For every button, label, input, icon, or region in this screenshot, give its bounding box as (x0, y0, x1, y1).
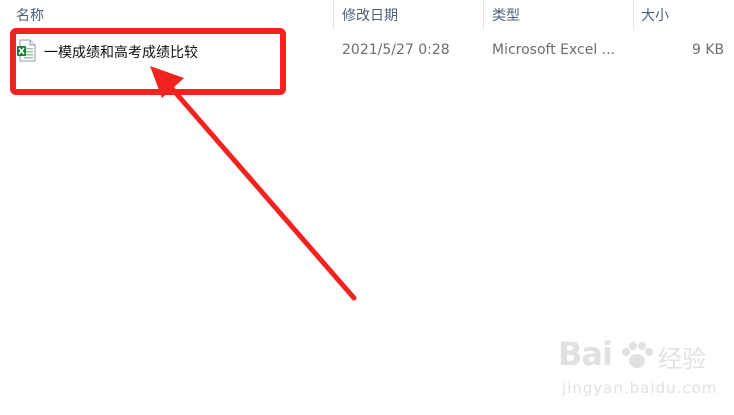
column-divider[interactable] (333, 0, 334, 30)
file-type: Microsoft Excel ... (492, 42, 616, 58)
column-header-name[interactable]: 名称 (16, 5, 44, 25)
watermark-brand: Bai (558, 335, 613, 373)
excel-file-icon (16, 39, 38, 63)
column-header-type[interactable]: 类型 (492, 5, 520, 25)
column-divider[interactable] (483, 0, 484, 30)
column-header-size[interactable]: 大小 (641, 5, 669, 25)
file-modified-date: 2021/5/27 0:28 (342, 42, 450, 58)
column-divider[interactable] (633, 0, 634, 30)
watermark-brand2: 经验 (658, 345, 706, 373)
column-header-row: ^ 名称 修改日期 类型 大小 (0, 0, 734, 30)
paw-icon (620, 341, 654, 375)
file-name[interactable]: 一模成绩和高考成绩比较 (44, 42, 198, 62)
watermark-url: jingyan.baidu.com (562, 379, 718, 397)
file-size: 9 KB (692, 42, 725, 58)
column-header-modified[interactable]: 修改日期 (342, 5, 398, 25)
sort-caret-icon: ^ (168, 0, 176, 6)
baidu-jingyan-watermark: Bai 经验 jingyan.baidu.com (558, 335, 728, 405)
file-row[interactable]: 一模成绩和高考成绩比较 2021/5/27 0:28 Microsoft Exc… (0, 36, 734, 66)
